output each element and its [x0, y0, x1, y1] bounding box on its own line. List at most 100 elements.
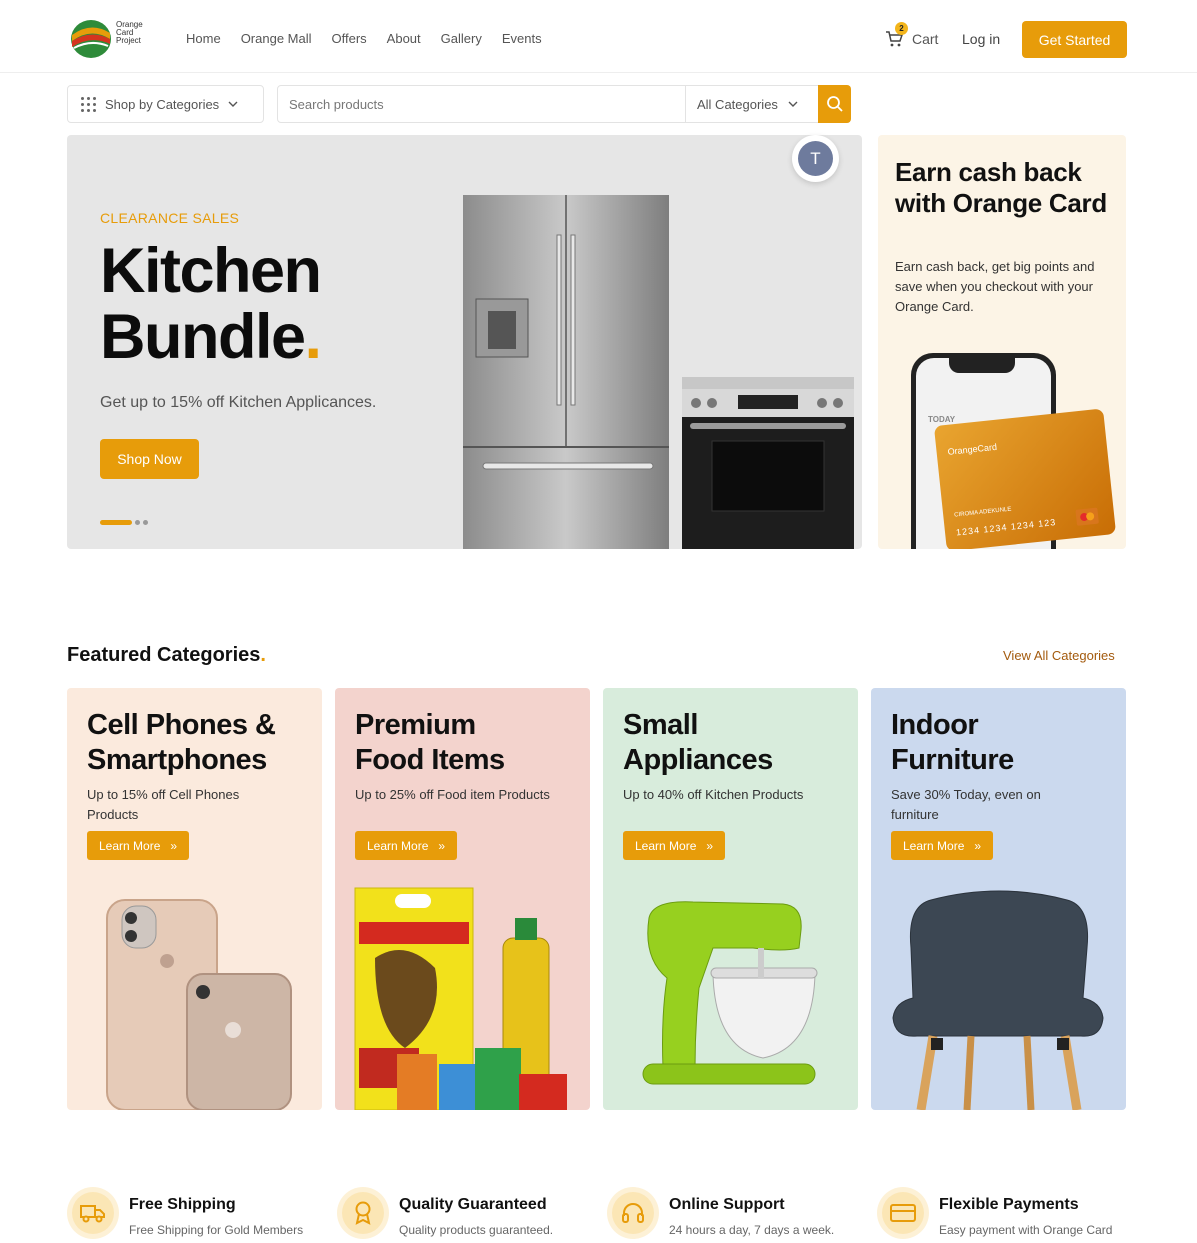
- brand-logo[interactable]: Orange Card Project: [70, 19, 152, 59]
- nav-gallery[interactable]: Gallery: [441, 31, 482, 46]
- learn-more-button[interactable]: Learn More »: [355, 831, 458, 860]
- hero-title: Kitchen Bundle.: [100, 236, 323, 372]
- category-card-cell-phones[interactable]: Cell Phones & Smartphones Up to 15% off …: [67, 688, 322, 1110]
- chair-image: [892, 890, 1104, 1110]
- category-card-indoor-furniture[interactable]: Indoor Furniture Save 30% Today, even on…: [871, 688, 1126, 1110]
- orange-card-image: OrangeCard CIROMA ADEKUNLE 1234 1234 123…: [933, 408, 1117, 549]
- shop-by-categories-dropdown[interactable]: Shop by Categories: [67, 85, 264, 123]
- search-icon: [826, 96, 843, 112]
- grid-icon: [81, 96, 96, 112]
- learn-more-button[interactable]: Learn More »: [623, 831, 726, 860]
- top-navbar: Orange Card Project Home Orange Mall Off…: [0, 6, 1197, 73]
- promo-title: Earn cash back with Orange Card: [895, 157, 1107, 218]
- card-number-text: 1234 1234 1234 123: [955, 517, 1057, 538]
- feature-subtitle: Free Shipping for Gold Members: [129, 1223, 304, 1237]
- smartphones-image: [106, 899, 292, 1110]
- chevrons-right-icon: »: [170, 838, 178, 853]
- search-input[interactable]: [278, 96, 683, 112]
- category-title: Indoor Furniture: [891, 709, 1014, 776]
- login-link[interactable]: Log in: [962, 31, 1000, 47]
- nav-about[interactable]: About: [387, 31, 421, 46]
- category-desc: Up to 15% off Cell Phones Products: [87, 787, 240, 822]
- carousel-dot[interactable]: [135, 520, 140, 525]
- search-bar: All Categories: [277, 85, 819, 123]
- feature-flexible-payments: Flexible Payments Easy payment with Oran…: [877, 1187, 1112, 1239]
- phone-today-label: TODAY: [928, 415, 956, 424]
- cart-link[interactable]: 2 Cart: [885, 22, 939, 48]
- learn-more-button[interactable]: Learn More »: [891, 831, 994, 860]
- promo-text: Earn cash back, get big points and save …: [895, 259, 1095, 314]
- hero-title-dot: .: [304, 302, 323, 372]
- learn-more-label: Learn More: [635, 838, 697, 853]
- refrigerator-image: [463, 195, 669, 549]
- chevrons-right-icon: »: [438, 838, 446, 853]
- hero-title-line1: Kitchen: [100, 236, 322, 306]
- learn-more-label: Learn More: [903, 838, 965, 853]
- featured-title-text: Featured Categories: [67, 644, 261, 666]
- logo-mark-icon: [71, 20, 111, 58]
- feature-subtitle: Quality products guaranteed.: [399, 1223, 554, 1237]
- mastercard-icon: [1075, 507, 1099, 526]
- feature-title: Online Support: [669, 1196, 785, 1213]
- category-title: Cell Phones & Smartphones: [87, 709, 276, 776]
- credit-card-icon: [882, 1192, 924, 1234]
- featured-categories-title: Featured Categories.: [67, 644, 266, 667]
- food-products-image: [354, 887, 567, 1110]
- card-holder-text: CIROMA ADEKUNLE: [954, 506, 1012, 519]
- hero-subtitle: Get up to 15% off Kitchen Applicances.: [100, 394, 377, 411]
- nav-offers[interactable]: Offers: [332, 31, 367, 46]
- user-avatar[interactable]: T: [792, 135, 839, 182]
- cart-icon: 2: [885, 22, 908, 48]
- category-card-small-appliances[interactable]: Small Appliances Up to 40% off Kitchen P…: [603, 688, 858, 1110]
- truck-icon: [72, 1192, 114, 1234]
- get-started-button[interactable]: Get Started: [1022, 21, 1127, 58]
- nav-events[interactable]: Events: [502, 31, 542, 46]
- carousel-dot-active[interactable]: [100, 520, 132, 525]
- carousel-dot[interactable]: [143, 520, 148, 525]
- chevron-down-icon: [788, 101, 798, 107]
- hero-tag: CLEARANCE SALES: [100, 210, 240, 226]
- learn-more-label: Learn More: [367, 838, 429, 853]
- cart-label: Cart: [912, 31, 939, 47]
- featured-title-dot: .: [260, 644, 266, 666]
- category-select[interactable]: All Categories: [685, 86, 819, 122]
- orange-card-promo[interactable]: Earn cash back with Orange Card Earn cas…: [878, 135, 1126, 549]
- nav-home[interactable]: Home: [186, 31, 221, 46]
- avatar-initial: T: [798, 141, 833, 176]
- feature-subtitle: Easy payment with Orange Card: [939, 1223, 1113, 1237]
- stand-mixer-image: [642, 901, 818, 1085]
- category-desc: Save 30% Today, even on furniture: [891, 787, 1041, 822]
- hero-banner: CLEARANCE SALES Kitchen Bundle. Get up t…: [67, 135, 862, 549]
- chevron-down-icon: [228, 101, 238, 107]
- learn-more-button[interactable]: Learn More »: [87, 831, 190, 860]
- main-nav: Home Orange Mall Offers About Gallery Ev…: [186, 31, 542, 46]
- logo-text: Orange Card Project: [116, 20, 143, 45]
- feature-online-support: Online Support 24 hours a day, 7 days a …: [607, 1187, 834, 1239]
- category-desc: Up to 40% off Kitchen Products: [623, 787, 804, 802]
- shop-by-categories-label: Shop by Categories: [105, 96, 220, 112]
- carousel-dots: [100, 520, 148, 525]
- card-brand-text: OrangeCard: [947, 441, 998, 457]
- shop-now-button[interactable]: Shop Now: [100, 439, 199, 479]
- award-icon: [342, 1192, 384, 1234]
- category-select-label: All Categories: [697, 96, 778, 112]
- headphones-icon: [612, 1192, 654, 1234]
- search-button[interactable]: [818, 85, 851, 123]
- feature-free-shipping: Free Shipping Free Shipping for Gold Mem…: [67, 1187, 303, 1239]
- category-title: Premium Food Items: [355, 709, 505, 776]
- feature-quality-guaranteed: Quality Guaranteed Quality products guar…: [337, 1187, 553, 1239]
- category-desc: Up to 25% off Food item Products: [355, 787, 550, 802]
- feature-subtitle: 24 hours a day, 7 days a week.: [669, 1223, 835, 1237]
- category-title: Small Appliances: [623, 709, 773, 776]
- category-card-food-items[interactable]: Premium Food Items Up to 25% off Food it…: [335, 688, 590, 1110]
- learn-more-label: Learn More: [99, 838, 161, 853]
- view-all-categories-link[interactable]: View All Categories: [1003, 648, 1115, 663]
- cart-count-badge: 2: [895, 22, 908, 35]
- chevrons-right-icon: »: [706, 838, 714, 853]
- feature-title: Quality Guaranteed: [399, 1196, 547, 1213]
- nav-orange-mall[interactable]: Orange Mall: [241, 31, 312, 46]
- hero-title-line2: Bundle: [100, 302, 306, 372]
- electric-range-image: [682, 377, 854, 549]
- feature-title: Flexible Payments: [939, 1196, 1079, 1213]
- chevrons-right-icon: »: [974, 838, 982, 853]
